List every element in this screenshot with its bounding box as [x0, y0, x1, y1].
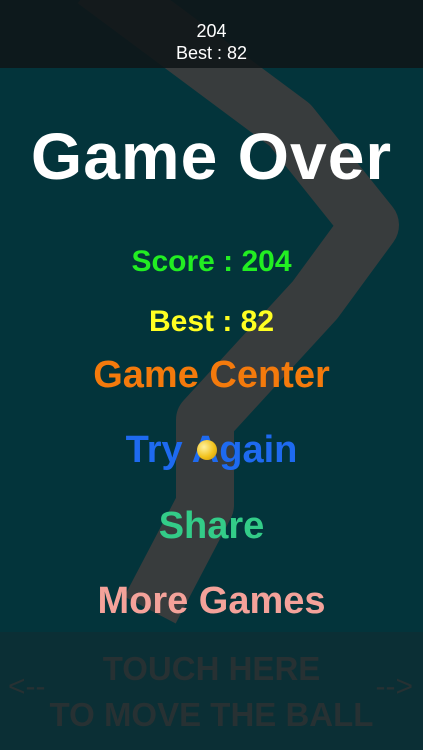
hud-bar: 204 Best : 82 — [0, 0, 423, 68]
final-score: Score : 204 — [131, 245, 292, 278]
touch-instruction-line2: TO MOVE THE BALL — [49, 696, 374, 733]
ball-icon — [197, 440, 217, 460]
share-button[interactable]: Share — [60, 505, 363, 548]
touch-control-area[interactable]: TOUCH HERE TO MOVE THE BALL <-- --> — [0, 632, 423, 750]
game-center-button[interactable]: Game Center — [60, 354, 363, 397]
touch-instruction-line1: TOUCH HERE — [102, 650, 321, 687]
more-games-button[interactable]: More Games — [60, 580, 363, 623]
left-arrow-icon: <-- — [8, 670, 46, 703]
hud-score: 204 — [196, 21, 227, 41]
game-over-title: Game Over — [30, 119, 393, 193]
game-screen: 204 Best : 82 Game Over Score : 204 Best… — [0, 0, 423, 750]
hud-best: Best : 82 — [175, 43, 248, 63]
right-arrow-icon: --> — [375, 670, 414, 703]
best-score: Best : 82 — [148, 305, 275, 338]
